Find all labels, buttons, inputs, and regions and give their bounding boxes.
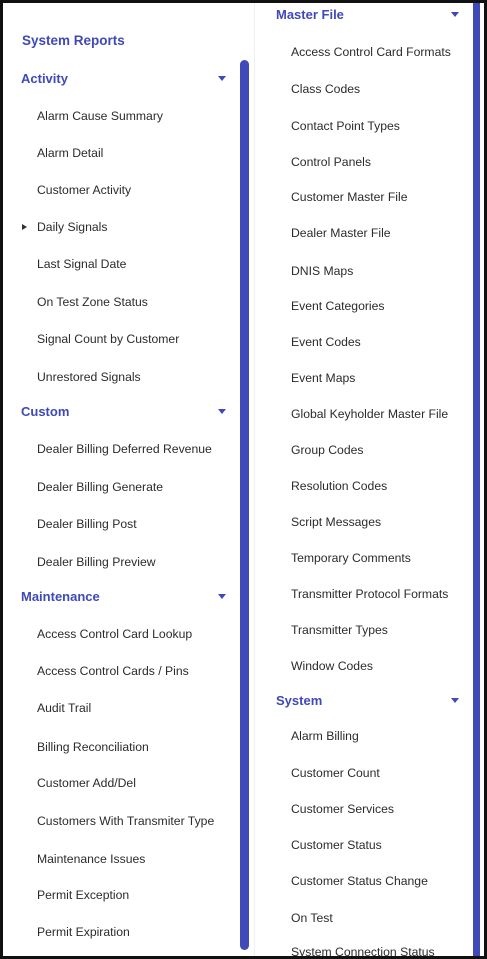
report-item[interactable]: Alarm Billing [291,729,359,743]
report-item[interactable]: DNIS Maps [291,264,353,278]
left-scrollbar-thumb[interactable] [240,60,249,950]
report-item[interactable]: Customer Add/Del [37,776,136,790]
report-item[interactable]: Event Codes [291,335,361,349]
section-header-activity[interactable]: Activity [21,71,68,86]
report-item[interactable]: Customer Activity [37,183,131,197]
chevron-down-icon[interactable] [218,409,226,414]
report-item[interactable]: Daily Signals [37,220,107,234]
column-divider [254,3,255,956]
report-item[interactable]: Dealer Billing Post [37,517,137,531]
left-report-panel: System Reports Activity Alarm Cause Summ… [6,3,254,956]
report-item[interactable]: Temporary Comments [291,551,411,565]
right-report-panel: Master File Access Control Card Formats … [266,3,481,956]
report-item[interactable]: Alarm Cause Summary [37,109,163,123]
report-item[interactable]: Customer Status Change [291,874,428,888]
chevron-down-icon[interactable] [218,76,226,81]
report-item[interactable]: Audit Trail [37,701,91,715]
report-item[interactable]: Group Codes [291,443,364,457]
report-item[interactable]: Permit Exception [37,888,129,902]
report-item[interactable]: Signal Count by Customer [37,332,179,346]
report-item[interactable]: Customer Master File [291,190,407,204]
report-item[interactable]: Global Keyholder Master File [291,407,448,421]
system-reports-title: System Reports [22,33,125,48]
section-header-maintenance[interactable]: Maintenance [21,589,100,604]
report-item[interactable]: Resolution Codes [291,479,387,493]
report-item[interactable]: On Test Zone Status [37,295,148,309]
report-item[interactable]: Alarm Detail [37,146,103,160]
report-item[interactable]: Control Panels [291,155,371,169]
report-item[interactable]: Event Categories [291,299,385,313]
report-item[interactable]: Class Codes [291,82,360,96]
report-item[interactable]: System Connection Status [291,945,435,956]
report-item[interactable]: Dealer Billing Deferred Revenue [37,442,212,456]
report-item[interactable]: Maintenance Issues [37,852,145,866]
report-item[interactable]: On Test [291,911,333,925]
report-item[interactable]: Billing Reconciliation [37,740,149,754]
report-item[interactable]: Customers With Transmiter Type [37,814,239,828]
section-header-system[interactable]: System [276,693,322,708]
report-item[interactable]: Access Control Card Formats [291,45,451,59]
report-item[interactable]: Customer Services [291,802,394,816]
right-scrollbar-thumb[interactable] [473,3,480,956]
report-item[interactable]: Access Control Cards / Pins [37,664,189,678]
chevron-down-icon[interactable] [451,12,459,17]
report-item[interactable]: Dealer Billing Generate [37,480,163,494]
report-menu-window: System Reports Activity Alarm Cause Summ… [0,0,487,959]
expand-arrow-icon[interactable] [22,224,27,230]
report-item[interactable]: Event Maps [291,371,355,385]
report-item[interactable]: Transmitter Types [291,623,388,637]
chevron-down-icon[interactable] [451,698,459,703]
report-item[interactable]: Customer Count [291,766,380,780]
report-item[interactable]: Contact Point Types [291,119,400,133]
chevron-down-icon[interactable] [218,594,226,599]
report-item[interactable]: Window Codes [291,659,373,673]
report-item[interactable]: Customer Status [291,838,382,852]
report-item[interactable]: Transmitter Protocol Formats [291,587,448,601]
report-item[interactable]: Dealer Master File [291,226,391,240]
report-item[interactable]: Access Control Card Lookup [37,627,192,641]
section-header-master-file[interactable]: Master File [276,7,344,22]
section-header-custom[interactable]: Custom [21,404,69,419]
report-item[interactable]: Permit Expiration [37,925,130,939]
report-item[interactable]: Unrestored Signals [37,370,141,384]
report-item[interactable]: Last Signal Date [37,257,126,271]
report-item[interactable]: Script Messages [291,515,381,529]
report-item[interactable]: Dealer Billing Preview [37,555,156,569]
